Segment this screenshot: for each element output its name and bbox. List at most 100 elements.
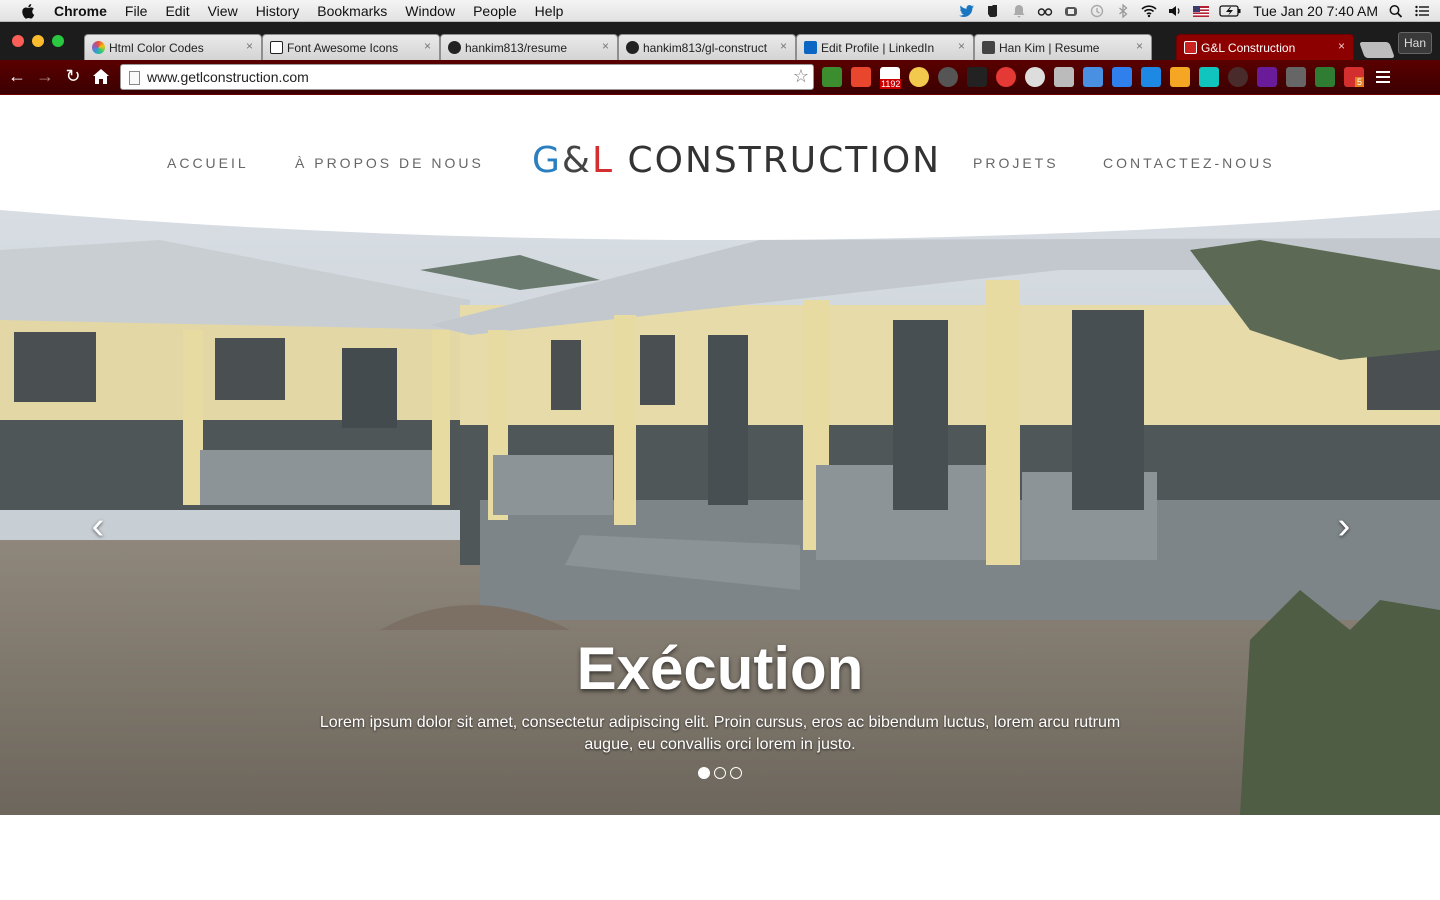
site-logo[interactable]: G&L CONSTRUCTION: [532, 140, 941, 181]
zoom-window-button[interactable]: [52, 35, 64, 47]
tab-label: Edit Profile | LinkedIn: [821, 40, 935, 55]
menu-bar-clock[interactable]: Tue Jan 20 7:40 AM: [1253, 3, 1378, 19]
tab-close-icon[interactable]: ×: [1136, 39, 1143, 53]
tab-han-kim-resume[interactable]: Han Kim | Resume ×: [974, 34, 1152, 60]
nav-link-projets[interactable]: Projets: [973, 155, 1059, 171]
page-icon: [129, 71, 140, 85]
flag-us-icon[interactable]: [1193, 4, 1210, 18]
bookmark-star-icon[interactable]: ☆: [793, 66, 809, 87]
menu-people[interactable]: People: [473, 3, 517, 19]
glasses-icon[interactable]: [1037, 4, 1053, 18]
hk-icon: [982, 41, 995, 54]
profile-button[interactable]: Han: [1398, 32, 1432, 54]
wifi-icon[interactable]: [1141, 4, 1157, 18]
menu-bar-status-area: Tue Jan 20 7:40 AM: [959, 0, 1430, 22]
back-arrow-icon[interactable]: ←: [6, 65, 28, 87]
cast-icon[interactable]: [1286, 67, 1306, 87]
spotlight-icon[interactable]: [1388, 4, 1404, 18]
screenshot-icon[interactable]: [1083, 67, 1103, 87]
extension-cookie-icon[interactable]: [909, 67, 929, 87]
github-icon: [626, 41, 639, 54]
twitter-icon[interactable]: [959, 4, 975, 18]
minimize-window-button[interactable]: [32, 35, 44, 47]
extension-c-icon[interactable]: [1199, 67, 1219, 87]
bell-icon[interactable]: [1011, 4, 1027, 18]
menu-window[interactable]: Window: [405, 3, 455, 19]
close-window-button[interactable]: [12, 35, 24, 47]
logo-wordmark: CONSTRUCTION: [614, 140, 942, 181]
extension-window-icon[interactable]: [1112, 67, 1132, 87]
tab-label: Font Awesome Icons: [287, 40, 399, 55]
extension-ruler-icon[interactable]: [1054, 67, 1074, 87]
carousel-prev-arrow[interactable]: ‹: [78, 506, 118, 546]
home-icon[interactable]: [90, 65, 112, 87]
extension-fire-icon[interactable]: [1228, 67, 1248, 87]
extension-pie-icon[interactable]: [1257, 67, 1277, 87]
tab-github-resume[interactable]: hankim813/resume ×: [440, 34, 618, 60]
tab-linkedin[interactable]: Edit Profile | LinkedIn ×: [796, 34, 974, 60]
browser-window-chrome: Html Color Codes × Font Awesome Icons × …: [0, 22, 1440, 95]
tab-github-gl-construction[interactable]: hankim813/gl-construct ×: [618, 34, 796, 60]
carousel-indicator-2[interactable]: [714, 767, 726, 779]
notification-center-icon[interactable]: [1414, 4, 1430, 18]
chrome-menu-icon[interactable]: [1373, 67, 1393, 87]
bluetooth-icon[interactable]: [1115, 4, 1131, 18]
nav-link-accueil[interactable]: Accueil: [167, 155, 249, 171]
new-tab-button[interactable]: [1359, 42, 1395, 58]
carousel-indicator-3[interactable]: [730, 767, 742, 779]
reload-icon[interactable]: ↻: [62, 65, 84, 87]
page-content-below-hero: [0, 815, 1440, 900]
tab-label: hankim813/resume: [465, 40, 568, 55]
lastpass-icon[interactable]: [1063, 4, 1079, 18]
color-picker-icon[interactable]: [1141, 67, 1161, 87]
extension-pin-icon[interactable]: [1170, 67, 1190, 87]
tab-close-icon[interactable]: ×: [1338, 39, 1345, 53]
volume-icon[interactable]: [1167, 4, 1183, 18]
tab-close-icon[interactable]: ×: [602, 39, 609, 53]
tab-close-icon[interactable]: ×: [246, 39, 253, 53]
github-icon: [448, 41, 461, 54]
tab-html-color-codes[interactable]: Html Color Codes ×: [84, 34, 262, 60]
window-controls: [12, 35, 64, 47]
menu-edit[interactable]: Edit: [165, 3, 189, 19]
carousel-indicator-1[interactable]: [698, 767, 710, 779]
tab-close-icon[interactable]: ×: [958, 39, 965, 53]
logo-ampersand: &: [561, 140, 592, 181]
pocket-icon[interactable]: [1025, 67, 1045, 87]
tab-close-icon[interactable]: ×: [424, 39, 431, 53]
lastpass-extension-icon[interactable]: 5: [1344, 67, 1364, 87]
logo-letter-l: L: [591, 140, 615, 181]
tab-label: Html Color Codes: [109, 40, 204, 55]
menu-view[interactable]: View: [208, 3, 238, 19]
menu-bookmarks[interactable]: Bookmarks: [317, 3, 387, 19]
menu-history[interactable]: History: [256, 3, 300, 19]
carousel-caption-text: Lorem ipsum dolor sit amet, consectetur …: [319, 714, 1121, 753]
linkedin-icon: [804, 41, 817, 54]
forward-arrow-icon[interactable]: →: [34, 65, 56, 87]
tab-gl-construction[interactable]: G&L Construction ×: [1176, 34, 1354, 60]
tab-strip: Html Color Codes × Font Awesome Icons × …: [80, 34, 1400, 60]
evernote-icon[interactable]: [985, 4, 1001, 18]
menu-help[interactable]: Help: [535, 3, 564, 19]
menu-app-name[interactable]: Chrome: [54, 3, 107, 19]
url-text[interactable]: www.getlconstruction.com: [147, 69, 309, 85]
nav-link-contactez-nous[interactable]: Contactez-nous: [1103, 155, 1275, 171]
address-bar[interactable]: www.getlconstruction.com ☆: [120, 64, 814, 90]
adblock-plus-icon[interactable]: [996, 67, 1016, 87]
gmail-icon[interactable]: 1192: [880, 67, 902, 89]
battery-icon[interactable]: [1219, 4, 1241, 18]
carousel-next-arrow[interactable]: ›: [1324, 506, 1364, 546]
gmail-badge: 1192: [880, 79, 902, 89]
tab-close-icon[interactable]: ×: [780, 39, 787, 53]
evernote-clipper-icon[interactable]: [938, 67, 958, 87]
extension-bookmark-icon[interactable]: [851, 67, 871, 87]
extension-bw-icon[interactable]: [1315, 67, 1335, 87]
tab-font-awesome[interactable]: Font Awesome Icons ×: [262, 34, 440, 60]
extension-owl-icon[interactable]: [967, 67, 987, 87]
time-machine-icon[interactable]: [1089, 4, 1105, 18]
menu-file[interactable]: File: [125, 3, 148, 19]
apple-icon[interactable]: [20, 2, 38, 20]
extension-icons: 1192 5: [822, 67, 1393, 89]
extension-k-icon[interactable]: [822, 67, 842, 87]
nav-link-a-propos[interactable]: À propos de nous: [295, 155, 484, 171]
